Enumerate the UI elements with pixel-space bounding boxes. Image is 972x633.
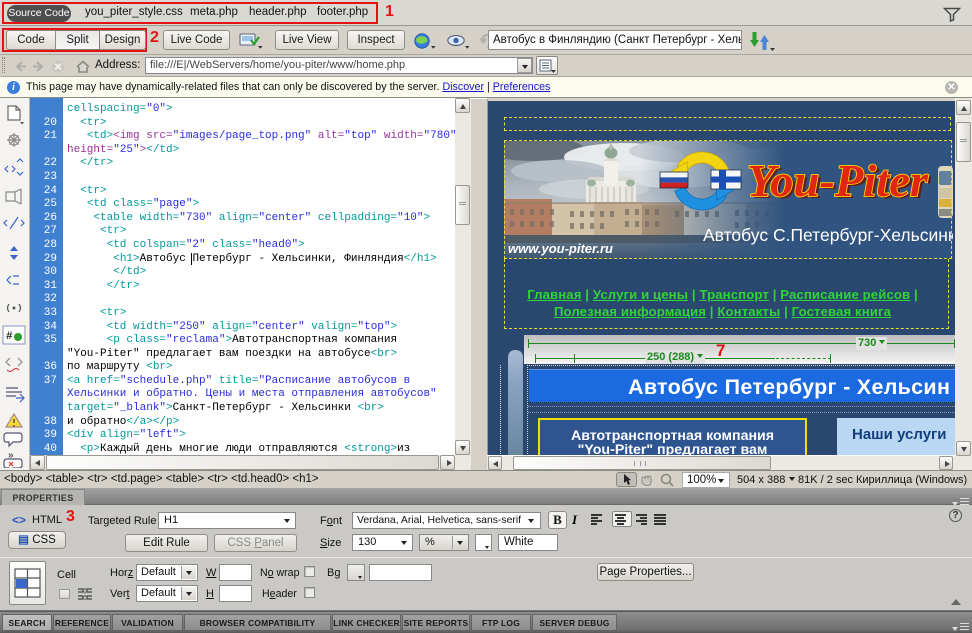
svg-text:#: # — [6, 331, 13, 343]
